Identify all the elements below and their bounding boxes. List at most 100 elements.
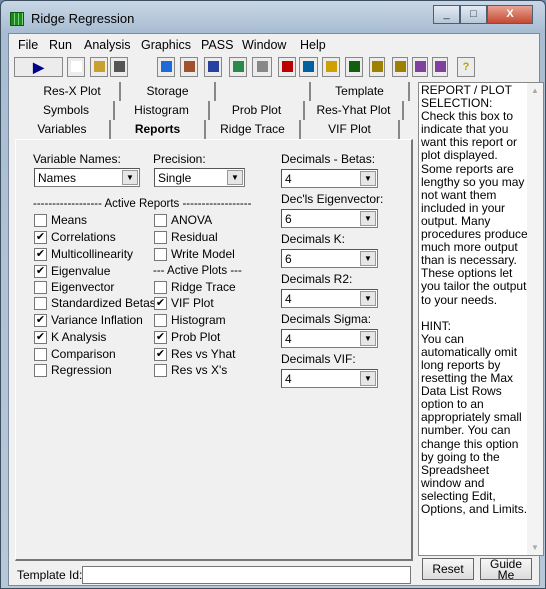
help-scrollbar[interactable]: ▲ ▼ — [527, 83, 543, 555]
globe-icon[interactable] — [229, 57, 247, 77]
menu-window[interactable]: Window — [242, 38, 286, 52]
mra-icon[interactable] — [322, 57, 340, 77]
template-id-input[interactable] — [82, 566, 411, 584]
tab-vif-plot[interactable]: VIF Plot — [301, 120, 400, 139]
line-plot-icon[interactable] — [432, 57, 448, 77]
checkbox-eigenvalue[interactable]: ✔ — [34, 265, 47, 278]
minimize-button[interactable]: _ — [433, 5, 460, 24]
checkbox-label-means: Means — [51, 213, 88, 227]
checkbox-vif-plot[interactable]: ✔ — [154, 297, 167, 310]
checkbox-comparison[interactable] — [34, 348, 47, 361]
chevron-down-icon[interactable]: ▼ — [360, 371, 376, 386]
chevron-down-icon[interactable]: ▼ — [122, 170, 138, 185]
checkbox-write-model[interactable] — [154, 248, 167, 261]
chevron-down-icon[interactable]: ▼ — [360, 171, 376, 186]
checkbox-standardized-betas[interactable] — [34, 297, 47, 310]
menu-file[interactable]: File — [18, 38, 38, 52]
tab-storage[interactable]: Storage — [121, 82, 216, 101]
checkbox-res-vs-x-s[interactable] — [154, 364, 167, 377]
checkbox-label-correlations: Correlations — [51, 230, 116, 244]
checkbox-correlations[interactable]: ✔ — [34, 231, 47, 244]
reports-panel: Variable Names: Names ▼ Precision: Single… — [15, 139, 413, 561]
checkbox-label-ridge-trace: Ridge Trace — [171, 280, 236, 294]
menu-graphics[interactable]: Graphics — [141, 38, 191, 52]
checkbox-histogram[interactable] — [154, 314, 167, 327]
bar-chart-icon[interactable] — [369, 57, 385, 77]
scroll-up-icon[interactable]: ▲ — [531, 86, 539, 95]
variable-names-dropdown[interactable]: Names ▼ — [34, 168, 140, 187]
chevron-down-icon[interactable]: ▼ — [360, 251, 376, 266]
run-icon[interactable]: ▶ — [14, 57, 63, 77]
checkbox-ridge-trace[interactable] — [154, 281, 167, 294]
chevron-down-icon[interactable]: ▼ — [360, 331, 376, 346]
checkbox-regression[interactable] — [34, 364, 47, 377]
tab-variables[interactable]: Variables — [15, 120, 111, 139]
menu-help[interactable]: Help — [300, 38, 326, 52]
checkbox-label-vif-plot: VIF Plot — [171, 296, 214, 310]
guide-me-button[interactable]: Guide Me — [480, 558, 532, 581]
checkbox-label-standardized-betas: Standardized Betas — [51, 296, 156, 310]
chevron-down-icon[interactable]: ▼ — [360, 291, 376, 306]
decimals-betas-dropdown[interactable]: 4 ▼ — [281, 169, 378, 188]
tab-res-yhat-plot[interactable]: Res-Yhat Plot — [305, 101, 404, 120]
checkbox-label-variance-inflation: Variance Inflation — [51, 313, 143, 327]
maximize-button[interactable]: □ — [460, 5, 487, 24]
close-button[interactable]: X — [487, 5, 533, 24]
dec-ls-eigenvector-dropdown[interactable]: 6 ▼ — [281, 209, 378, 228]
funnel-icon[interactable] — [252, 57, 272, 77]
checkbox-label-comparison: Comparison — [51, 347, 116, 361]
precision-dropdown[interactable]: Single ▼ — [154, 168, 245, 187]
checkbox-prob-plot[interactable]: ✔ — [154, 331, 167, 344]
checkbox-label-regression: Regression — [51, 363, 112, 377]
two-t-icon[interactable] — [299, 57, 318, 77]
decimals-betas-value: 4 — [285, 172, 292, 186]
decimals-sigma-label: Decimals Sigma: — [281, 312, 372, 326]
menu-run[interactable]: Run — [49, 38, 72, 52]
checkbox-k-analysis[interactable]: ✔ — [34, 331, 47, 344]
template-id-label: Template Id: — [17, 568, 83, 582]
menu-analysis[interactable]: Analysis — [84, 38, 131, 52]
new-icon[interactable] — [67, 57, 85, 77]
checkbox-res-vs-yhat[interactable]: ✔ — [154, 348, 167, 361]
checkbox-label-eigenvalue: Eigenvalue — [51, 264, 111, 278]
dec-ls-eigenvector-value: 6 — [285, 212, 292, 226]
tab-blank[interactable] — [216, 82, 311, 101]
cube-icon[interactable] — [180, 57, 198, 77]
decimals-sigma-dropdown[interactable]: 4 ▼ — [281, 329, 378, 348]
open-icon[interactable] — [90, 57, 108, 77]
chevron-down-icon[interactable]: ▼ — [227, 170, 243, 185]
checkbox-label-write-model: Write Model — [171, 247, 235, 261]
tab-res-x-plot[interactable]: Res-X Plot — [25, 82, 121, 101]
reset-button[interactable]: Reset — [422, 558, 474, 580]
checkbox-multicollinearity[interactable]: ✔ — [34, 248, 47, 261]
decimals-r2-dropdown[interactable]: 4 ▼ — [281, 289, 378, 308]
delete-icon[interactable] — [278, 57, 296, 77]
target-icon[interactable] — [157, 57, 175, 77]
help-icon[interactable]: ? — [457, 57, 475, 77]
freq-icon[interactable] — [345, 57, 363, 77]
menu-pass[interactable]: PASS — [201, 38, 233, 52]
document-icon[interactable] — [204, 57, 222, 77]
tab-symbols[interactable]: Symbols — [19, 101, 115, 120]
decimals-k-dropdown[interactable]: 6 ▼ — [281, 249, 378, 268]
tab-template[interactable]: Template — [311, 82, 410, 101]
checkbox-eigenvector[interactable] — [34, 281, 47, 294]
tab-histogram[interactable]: Histogram — [115, 101, 210, 120]
checkbox-variance-inflation[interactable]: ✔ — [34, 314, 47, 327]
active-reports-header: ------------------ Active Reports ------… — [33, 198, 252, 210]
tab-reports[interactable]: Reports — [111, 120, 206, 139]
tab-ridge-trace[interactable]: Ridge Trace — [206, 120, 301, 139]
decimals-vif-dropdown[interactable]: 4 ▼ — [281, 369, 378, 388]
checkbox-means[interactable] — [34, 214, 47, 227]
box-plot-icon[interactable] — [392, 57, 408, 77]
scroll-down-icon[interactable]: ▼ — [531, 543, 539, 552]
tab-prob-plot[interactable]: Prob Plot — [210, 101, 305, 120]
scatter-icon[interactable] — [412, 57, 428, 77]
toolbar: ▶? — [9, 55, 539, 81]
precision-value: Single — [158, 171, 192, 185]
chevron-down-icon[interactable]: ▼ — [360, 211, 376, 226]
save-icon[interactable] — [110, 57, 128, 77]
checkbox-residual[interactable] — [154, 231, 167, 244]
window-frame: Ridge Regression _ □ X File Run Analysis Gr… — [0, 0, 546, 589]
checkbox-anova[interactable] — [154, 214, 167, 227]
